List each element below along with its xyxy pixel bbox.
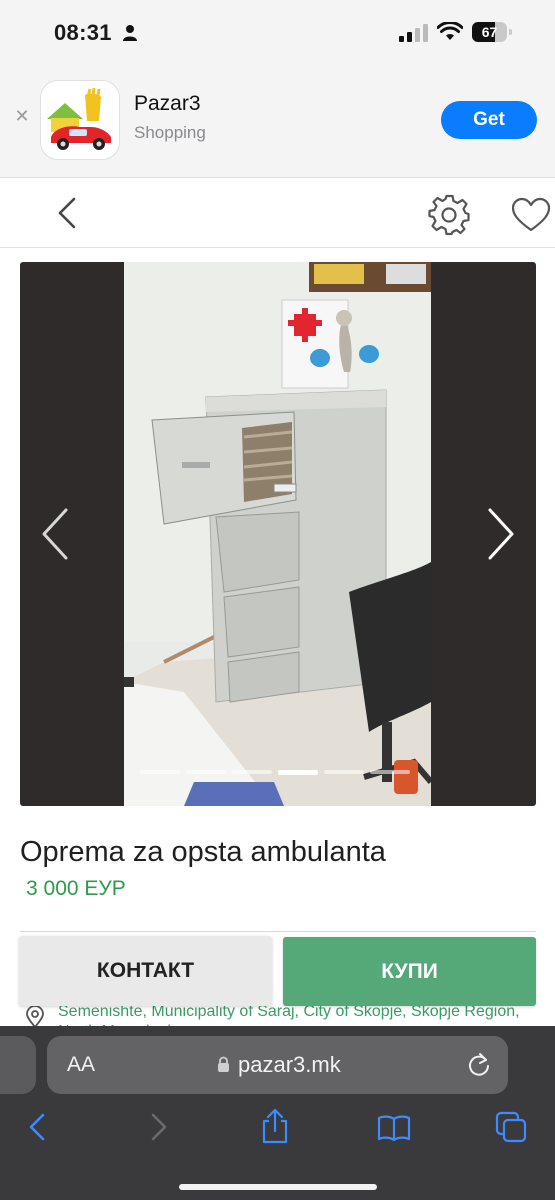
app-icon	[40, 80, 120, 160]
wifi-icon	[437, 22, 463, 40]
pazar3-logo-icon	[41, 81, 119, 159]
listing-price: 3 000 ЕУР	[26, 877, 126, 900]
app-install-banner: ✕ Pazar3 Shopping Get	[0, 64, 555, 178]
chevron-right-icon[interactable]	[484, 506, 518, 562]
gallery-dot[interactable]	[324, 770, 364, 774]
person-icon	[123, 25, 137, 41]
url-text[interactable]: pazar3.mk	[238, 1052, 341, 1078]
status-time: 08:31	[54, 20, 112, 45]
gallery-dot[interactable]	[186, 770, 226, 774]
page-header	[0, 178, 555, 248]
listing-title: Oprema za opsta ambulanta	[20, 836, 386, 868]
home-indicator	[179, 1184, 377, 1190]
address-bar[interactable]: AA pazar3.mk	[47, 1036, 508, 1094]
bookmarks-icon[interactable]	[377, 1114, 411, 1142]
image-gallery[interactable]	[20, 262, 536, 806]
heart-icon[interactable]	[511, 197, 551, 233]
close-icon[interactable]: ✕	[14, 107, 30, 125]
status-bar: 08:31 67	[0, 0, 555, 64]
reload-icon[interactable]	[467, 1052, 491, 1078]
share-icon[interactable]	[260, 1108, 290, 1144]
gear-icon[interactable]	[428, 194, 470, 236]
reader-settings-button[interactable]: AA	[67, 1053, 95, 1077]
browser-forward-icon[interactable]	[148, 1112, 170, 1142]
browser-toolbar: AA pazar3.mk	[0, 1026, 555, 1200]
location-pin-icon	[26, 1006, 44, 1028]
previous-tab-preview[interactable]	[0, 1036, 36, 1094]
gallery-dot[interactable]	[278, 770, 318, 775]
gallery-dot[interactable]	[140, 770, 180, 774]
listing-photo[interactable]	[124, 262, 431, 806]
lock-icon	[218, 1056, 229, 1072]
gallery-dot[interactable]	[370, 770, 410, 774]
get-app-button[interactable]: Get	[441, 101, 537, 139]
gallery-dot[interactable]	[232, 770, 272, 774]
app-name: Pazar3	[134, 92, 201, 115]
buy-button[interactable]: КУПИ	[283, 937, 536, 1006]
battery-percent: 67	[481, 24, 498, 40]
browser-back-icon[interactable]	[26, 1112, 48, 1142]
gallery-pagination	[140, 770, 420, 776]
contact-button[interactable]: КОНТАКТ	[19, 936, 272, 1006]
back-icon[interactable]	[52, 196, 82, 230]
battery-indicator: 67	[472, 22, 512, 42]
tabs-icon[interactable]	[495, 1111, 527, 1143]
divider	[20, 931, 536, 932]
app-category: Shopping	[134, 123, 206, 142]
chevron-left-icon[interactable]	[38, 506, 72, 562]
signal-icon	[399, 24, 428, 42]
